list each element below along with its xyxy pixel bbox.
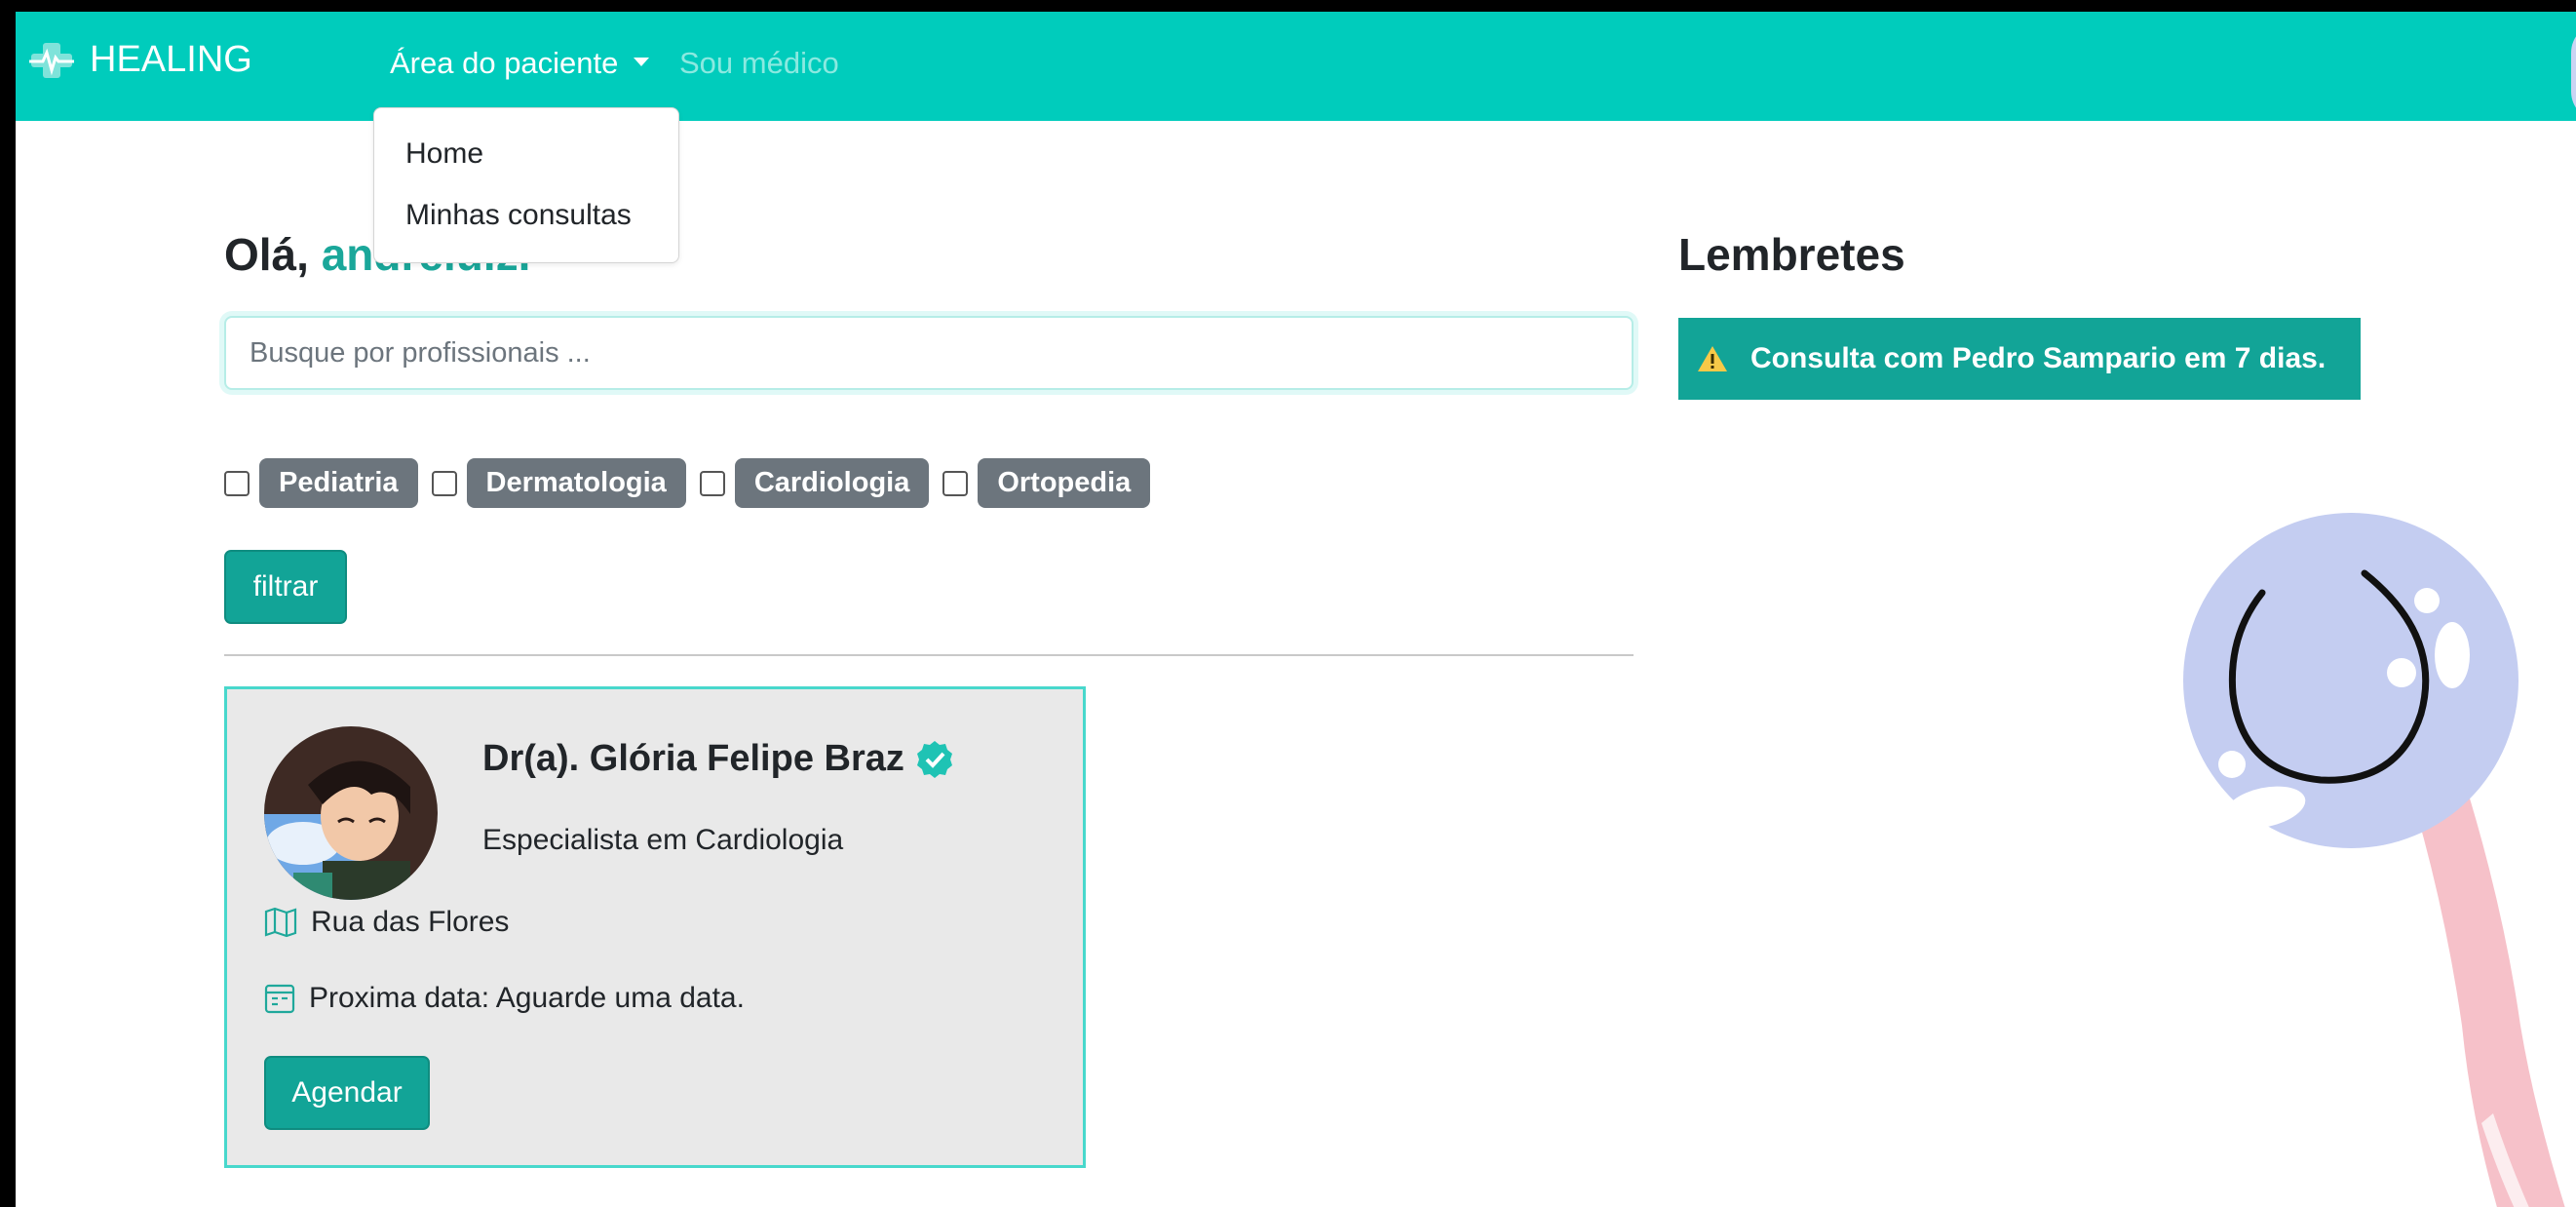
heartbeat-logo-icon: [29, 42, 74, 78]
filter-tag-dermatologia: Dermatologia: [466, 458, 686, 508]
greeting-prefix: Olá,: [224, 229, 309, 280]
avatar: [264, 726, 438, 900]
brand[interactable]: HEALING: [29, 39, 252, 81]
verified-badge-icon: [916, 740, 952, 778]
brand-name: HEALING: [90, 39, 252, 80]
doctor-next-date: Proxima data: Aguarde uma data.: [264, 982, 745, 1015]
bubble-illustration: [2183, 513, 2565, 1207]
filter-checkbox-pediatria[interactable]: [224, 470, 250, 496]
nav-patient-area[interactable]: Área do paciente: [390, 46, 650, 81]
app-frame: HEALING Área do paciente Sou médico Home…: [0, 0, 2576, 1207]
navbar: HEALING Área do paciente Sou médico: [16, 12, 2576, 121]
dropdown-item-home[interactable]: Home: [405, 137, 483, 171]
calendar-icon: [264, 984, 295, 1014]
filter-tag-pediatria: Pediatria: [259, 458, 418, 508]
specialty-filters: Pediatria Dermatologia Cardiologia Ortop…: [224, 458, 1164, 508]
doctor-address: Rua das Flores: [264, 906, 509, 939]
doctor-card: Dr(a). Glória Felipe Braz Especialista e…: [224, 686, 1086, 1168]
nav-patient-area-label: Área do paciente: [390, 46, 619, 80]
filter-checkbox-ortopedia[interactable]: [942, 470, 969, 496]
patient-area-dropdown: Home Minhas consultas: [373, 107, 679, 263]
nav-doctor-link[interactable]: Sou médico: [679, 46, 839, 81]
caret-down-icon: [634, 58, 650, 67]
doctor-name: Dr(a). Glória Felipe Braz: [482, 738, 955, 780]
doctor-address-text: Rua das Flores: [311, 906, 510, 938]
dropdown-item-minhas-consultas[interactable]: Minhas consultas: [405, 199, 632, 232]
filter-tag-cardiologia: Cardiologia: [734, 458, 930, 508]
reminder-text: Consulta com Pedro Sampario em 7 dias.: [1750, 342, 2326, 374]
reminders-title: Lembretes: [1678, 229, 1905, 280]
schedule-button[interactable]: Agendar: [264, 1056, 430, 1130]
doctor-next-date-text: Proxima data: Aguarde uma data.: [309, 982, 745, 1014]
reminder-alert: Consulta com Pedro Sampario em 7 dias.: [1678, 318, 2361, 400]
doctor-specialty: Especialista em Cardiologia: [482, 824, 844, 856]
warning-icon: [1698, 346, 1727, 371]
map-icon: [264, 907, 297, 938]
filter-checkbox-cardiologia[interactable]: [699, 470, 725, 496]
filter-checkbox-dermatologia[interactable]: [431, 470, 457, 496]
divider: [224, 654, 1634, 656]
filter-tag-ortopedia: Ortopedia: [978, 458, 1151, 508]
search-input[interactable]: [224, 316, 1634, 390]
doctor-name-text: Dr(a). Glória Felipe Braz: [482, 738, 904, 779]
filter-button[interactable]: filtrar: [224, 550, 347, 624]
